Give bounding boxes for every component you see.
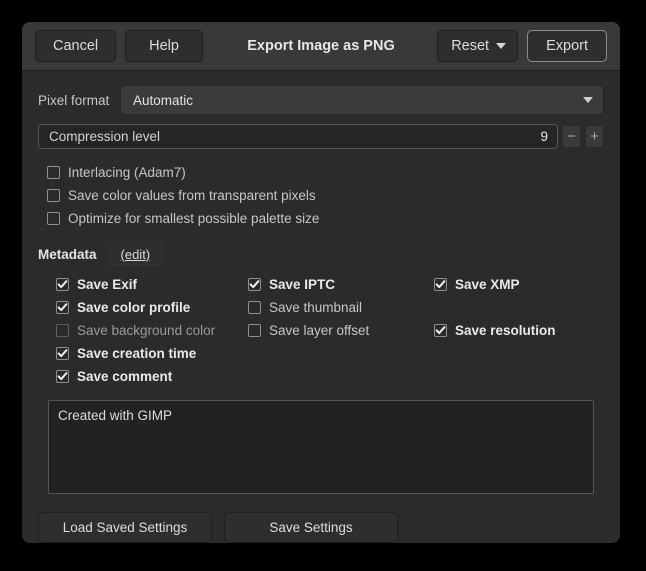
pixel-format-label: Pixel format bbox=[38, 93, 120, 108]
checkbox-checked-icon bbox=[434, 278, 447, 291]
reset-button[interactable]: Reset bbox=[437, 30, 518, 62]
metadata-option-save-comment[interactable]: Save comment bbox=[56, 365, 248, 388]
export-button-label: Export bbox=[546, 38, 588, 54]
checkbox-checked-icon bbox=[56, 347, 69, 360]
dialog-header: Cancel Help Export Image as PNG Reset Ex… bbox=[22, 22, 620, 71]
compression-level-label: Compression level bbox=[49, 129, 160, 144]
png-option-optimize-for-smallest-possible-palette-size[interactable]: Optimize for smallest possible palette s… bbox=[47, 207, 604, 230]
metadata-option-label: Save Exif bbox=[77, 277, 137, 292]
metadata-option-save-layer-offset[interactable]: Save layer offset bbox=[248, 319, 434, 342]
load-saved-settings-button[interactable]: Load Saved Settings bbox=[38, 512, 212, 543]
checkbox-checked-icon bbox=[248, 278, 261, 291]
pixel-format-value: Automatic bbox=[133, 93, 193, 108]
metadata-option-label: Save background color bbox=[77, 323, 215, 338]
png-option-label: Interlacing (Adam7) bbox=[68, 165, 186, 180]
export-image-dialog: Cancel Help Export Image as PNG Reset Ex… bbox=[22, 22, 620, 543]
cancel-button-label: Cancel bbox=[53, 38, 98, 54]
load-saved-settings-label: Load Saved Settings bbox=[63, 520, 188, 535]
png-option-label: Save color values from transparent pixel… bbox=[68, 188, 316, 203]
reset-button-label: Reset bbox=[451, 38, 489, 54]
dialog-body: Pixel format Automatic Compression level… bbox=[22, 71, 620, 496]
png-option-interlacing-adam7[interactable]: Interlacing (Adam7) bbox=[47, 161, 604, 184]
save-settings-button[interactable]: Save Settings bbox=[224, 512, 398, 543]
metadata-option-label: Save IPTC bbox=[269, 277, 335, 292]
save-settings-label: Save Settings bbox=[269, 520, 352, 535]
comment-textarea[interactable]: Created with GIMP bbox=[48, 400, 594, 494]
metadata-options-grid: Save Exif Save IPTC Save XMP Save color pro… bbox=[56, 273, 604, 388]
export-button[interactable]: Export bbox=[527, 30, 607, 62]
checkbox-unchecked-icon bbox=[47, 166, 60, 179]
metadata-option-label: Save resolution bbox=[455, 323, 556, 338]
plus-icon: + bbox=[590, 129, 599, 144]
chevron-down-icon bbox=[583, 97, 593, 103]
png-option-label: Optimize for smallest possible palette s… bbox=[68, 211, 319, 226]
compression-increment-button[interactable]: + bbox=[585, 125, 604, 148]
compression-level-row: Compression level 9 − + bbox=[38, 124, 604, 149]
metadata-option-save-creation-time[interactable]: Save creation time bbox=[56, 342, 248, 365]
metadata-option-save-exif[interactable]: Save Exif bbox=[56, 273, 248, 296]
metadata-edit-link[interactable]: (edit) bbox=[106, 242, 166, 267]
metadata-option-label: Save thumbnail bbox=[269, 300, 362, 315]
checkbox-checked-icon bbox=[56, 278, 69, 291]
help-button-label: Help bbox=[149, 38, 179, 54]
compression-level-value: 9 bbox=[540, 129, 548, 144]
header-actions: Reset Export bbox=[437, 30, 607, 62]
chevron-down-icon bbox=[496, 43, 506, 49]
checkbox-unchecked-icon bbox=[248, 324, 261, 337]
pixel-format-select[interactable]: Automatic bbox=[120, 85, 604, 115]
metadata-option-label: Save layer offset bbox=[269, 323, 369, 338]
checkbox-unchecked-icon bbox=[248, 301, 261, 314]
metadata-option-save-resolution[interactable]: Save resolution bbox=[434, 319, 604, 342]
compression-level-slider[interactable]: Compression level 9 bbox=[38, 124, 558, 149]
compression-decrement-button[interactable]: − bbox=[562, 125, 581, 148]
metadata-option-save-xmp[interactable]: Save XMP bbox=[434, 273, 604, 296]
checkbox-unchecked-icon bbox=[47, 189, 60, 202]
metadata-option-save-thumbnail[interactable]: Save thumbnail bbox=[248, 296, 434, 319]
checkbox-unchecked-icon bbox=[56, 324, 69, 337]
metadata-option-save-iptc[interactable]: Save IPTC bbox=[248, 273, 434, 296]
pixel-format-row: Pixel format Automatic bbox=[38, 85, 604, 115]
png-options-list: Interlacing (Adam7) Save color values fro… bbox=[47, 161, 604, 230]
png-option-save-color-values-from-transparent-pixels[interactable]: Save color values from transparent pixel… bbox=[47, 184, 604, 207]
checkbox-checked-icon bbox=[56, 370, 69, 383]
metadata-option-label: Save comment bbox=[77, 369, 172, 384]
dialog-footer: Load Saved Settings Save Settings bbox=[22, 496, 620, 543]
metadata-option-label: Save XMP bbox=[455, 277, 520, 292]
metadata-title: Metadata bbox=[38, 247, 97, 262]
metadata-option-label: Save color profile bbox=[77, 300, 190, 315]
checkbox-unchecked-icon bbox=[47, 212, 60, 225]
metadata-option-label: Save creation time bbox=[77, 346, 196, 361]
checkbox-checked-icon bbox=[434, 324, 447, 337]
cancel-button[interactable]: Cancel bbox=[35, 30, 116, 62]
checkbox-checked-icon bbox=[56, 301, 69, 314]
metadata-option-save-background-color[interactable]: Save background color bbox=[56, 319, 248, 342]
minus-icon: − bbox=[567, 129, 576, 144]
metadata-header: Metadata (edit) bbox=[38, 239, 604, 269]
metadata-option-save-color-profile[interactable]: Save color profile bbox=[56, 296, 248, 319]
help-button[interactable]: Help bbox=[125, 30, 203, 62]
